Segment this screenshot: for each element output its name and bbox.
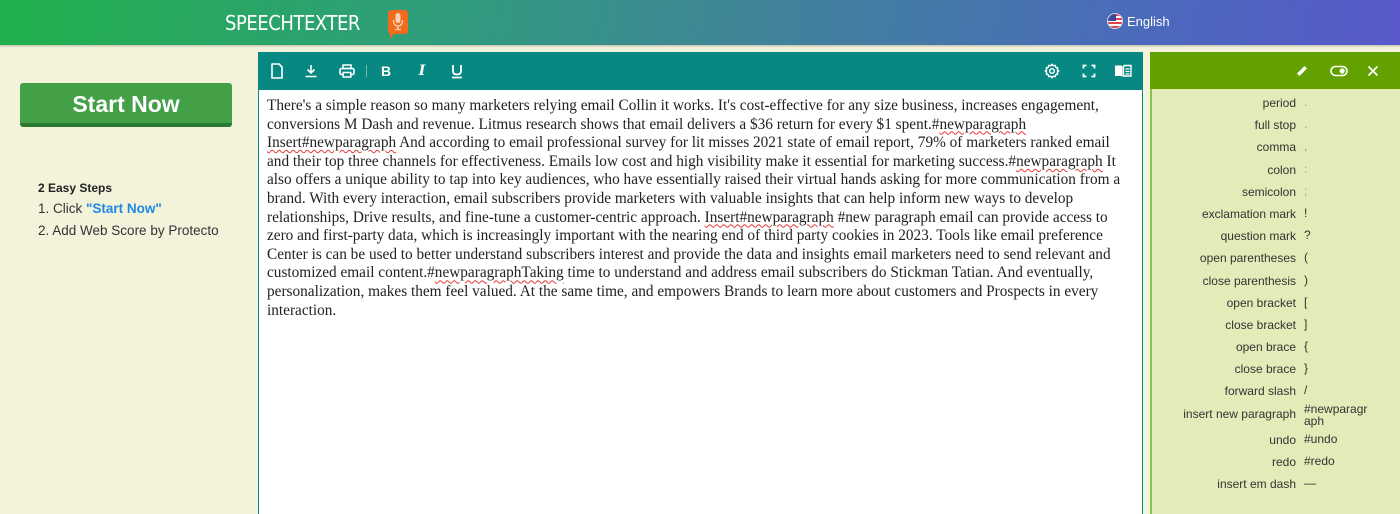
command-name: open parentheses (1199, 251, 1296, 266)
command-value: ! (1304, 205, 1308, 220)
misspelled-word: Insert#newparagraph (704, 208, 834, 226)
command-value: ? (1304, 228, 1311, 243)
step-1: 1. Click "Start Now" (38, 201, 219, 217)
command-name: open bracket (1226, 295, 1296, 310)
steps-title: 2 Easy Steps (38, 181, 113, 195)
print-icon[interactable] (338, 62, 356, 80)
step-1-highlight: "Start Now" (86, 201, 162, 216)
command-row: redo #redo (1152, 455, 1400, 477)
fullscreen-icon[interactable] (1080, 62, 1098, 80)
us-flag-icon (1107, 13, 1123, 29)
language-selector[interactable]: English (1107, 13, 1170, 29)
editor-text-area[interactable]: There's a simple reason so many marketer… (267, 97, 1134, 320)
command-name: exclamation mark (1201, 206, 1296, 221)
command-row: comma, (1152, 140, 1400, 162)
command-row: open brace { (1152, 340, 1400, 362)
command-row: open bracket [ (1152, 296, 1400, 318)
command-row: semicolon; (1152, 185, 1400, 207)
commands-toolbar (1150, 52, 1400, 89)
command-value: . (1304, 95, 1308, 109)
misspelled-word: newparagraph (1016, 152, 1103, 170)
command-value: ; (1304, 183, 1308, 198)
command-row: period. (1152, 96, 1400, 118)
command-row: insert em dash — (1152, 477, 1400, 499)
command-name: question mark (1220, 229, 1296, 244)
download-icon[interactable] (302, 62, 320, 80)
step-1-text: 1. Click (38, 201, 87, 216)
bold-icon[interactable]: B (377, 62, 395, 80)
command-value: : (1304, 161, 1308, 176)
command-row: open parentheses ( (1152, 251, 1400, 273)
command-row: colon: (1152, 163, 1400, 185)
close-icon[interactable] (1364, 62, 1382, 80)
command-row: close parenthesis) (1152, 274, 1400, 296)
command-name: forward slash (1224, 384, 1296, 399)
app-header: SPEECHTEXTER English (0, 0, 1400, 45)
misspelled-word: Insert#newparagraph (267, 134, 397, 152)
toggle-icon[interactable] (1330, 62, 1348, 80)
command-name: close bracket (1225, 317, 1296, 332)
command-value: , (1304, 139, 1308, 154)
voice-commands-panel: period. full stop. comma, colon: semicolon; e… (1150, 52, 1400, 514)
misspelled-word: newparagraphTaking (434, 264, 564, 282)
editor-toolbar: B I (258, 52, 1143, 90)
microphone-icon (388, 10, 408, 39)
command-name: colon (1267, 162, 1296, 177)
logo[interactable]: SPEECHTEXTER (225, 10, 408, 39)
command-value: ) (1304, 272, 1308, 287)
command-value: #newparagraph (1304, 401, 1368, 428)
commands-list: period. full stop. comma, colon: semicolon; e… (1152, 96, 1400, 499)
command-value: #undo (1304, 431, 1338, 446)
command-value: / (1304, 383, 1308, 398)
command-name: undo (1269, 432, 1296, 447)
edit-icon[interactable] (1292, 62, 1310, 80)
command-row: close brace} (1152, 362, 1400, 384)
command-row: undo #undo (1152, 433, 1400, 455)
command-value: ( (1304, 250, 1308, 265)
settings-icon[interactable] (1043, 62, 1061, 80)
command-value: { (1304, 339, 1309, 354)
command-name: insert em dash (1217, 477, 1296, 491)
command-name: redo (1271, 454, 1296, 469)
command-name: semicolon (1241, 184, 1296, 199)
command-row: close bracket] (1152, 318, 1400, 340)
command-name: full stop (1254, 118, 1296, 133)
italic-icon[interactable]: I (413, 62, 431, 80)
start-now-button[interactable]: Start Now (20, 83, 232, 127)
language-label: English (1127, 13, 1170, 29)
new-document-icon[interactable] (268, 62, 286, 80)
toolbar-divider (366, 65, 367, 77)
command-value: } (1304, 361, 1309, 376)
command-value: #redo (1304, 453, 1335, 468)
command-value: ] (1304, 316, 1308, 331)
command-value: . (1304, 117, 1308, 132)
command-row: full stop. (1152, 118, 1400, 140)
command-name: insert new paragraph (1183, 406, 1296, 421)
command-name: comma (1256, 140, 1296, 155)
command-row: question mark? (1152, 229, 1400, 251)
underline-icon[interactable] (448, 62, 466, 80)
command-value: [ (1304, 294, 1308, 309)
command-value: — (1304, 476, 1316, 490)
reader-icon[interactable] (1114, 62, 1132, 80)
text-editor: B I There's a simple reason so many mark… (258, 52, 1143, 514)
command-name: close parenthesis (1202, 273, 1296, 288)
command-name: open brace (1235, 340, 1296, 355)
command-row: exclamation mark! (1152, 207, 1400, 229)
step-2: 2. Add Web Score by Protecto (38, 223, 219, 238)
command-name: close brace (1234, 362, 1296, 377)
misspelled-word: newparagraph (939, 115, 1027, 133)
steps-info: 2 Easy Steps 1. Click "Start Now" 2. Add… (38, 181, 219, 245)
command-name: period (1262, 96, 1296, 110)
logo-text: SPEECHTEXTER (225, 11, 360, 35)
command-row: insert new paragraph #newparagraph (1152, 403, 1400, 433)
